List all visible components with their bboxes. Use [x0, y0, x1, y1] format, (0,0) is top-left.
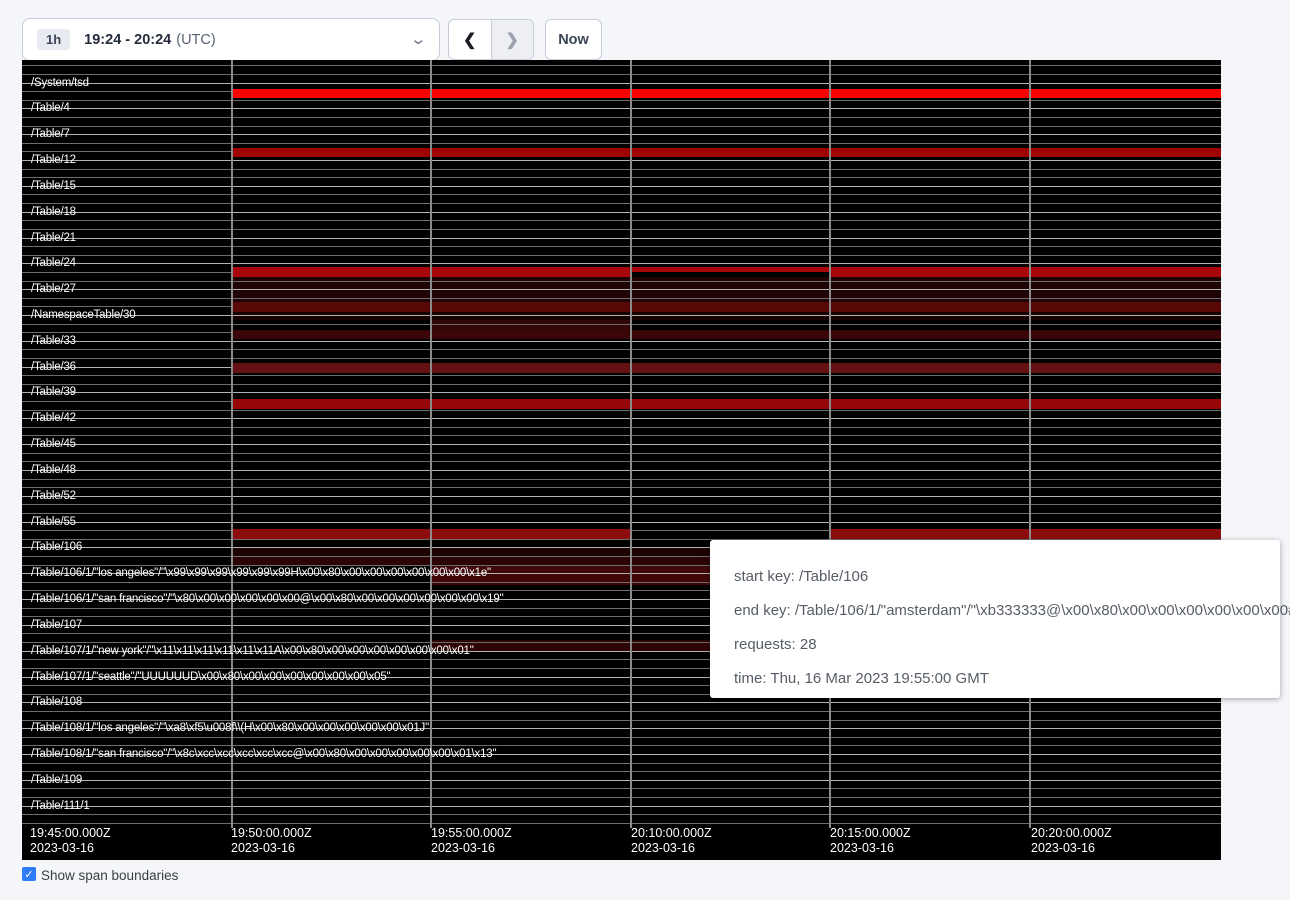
heatmap-canvas[interactable]: [22, 60, 1221, 860]
chevron-left-icon: ❮: [463, 30, 476, 50]
tooltip-line: end key: /Table/106/1/"amsterdam"/"\xb33…: [734, 594, 1280, 628]
chevron-right-icon: ❯: [506, 30, 519, 50]
next-interval-button[interactable]: ❯: [491, 20, 534, 59]
time-zone-suffix: (UTC): [176, 32, 215, 48]
time-range-label: 19:24 - 20:24: [84, 32, 171, 48]
chevron-down-icon: ⌄: [410, 35, 428, 45]
tooltip-line: start key: /Table/106: [734, 560, 1280, 594]
prev-interval-button[interactable]: ❮: [449, 20, 491, 59]
tooltip-line: requests: 28: [734, 628, 1280, 662]
show-span-boundaries-label[interactable]: Show span boundaries: [41, 868, 178, 883]
tooltip-line: time: Thu, 16 Mar 2023 19:55:00 GMT: [734, 662, 1280, 696]
time-nav-group: ❮ ❯: [448, 19, 534, 60]
now-button[interactable]: Now: [545, 19, 602, 60]
checkmark-icon: ✓: [24, 868, 33, 881]
time-range-dropdown[interactable]: 1h 19:24 - 20:24 (UTC) ⌄: [22, 18, 440, 61]
key-visualizer-page: 1h 19:24 - 20:24 (UTC) ⌄ ❮ ❯ Now /System…: [0, 0, 1290, 900]
span-tooltip: start key: /Table/106end key: /Table/106…: [710, 540, 1280, 698]
show-span-boundaries-checkbox[interactable]: ✓: [22, 867, 36, 881]
duration-badge: 1h: [37, 29, 70, 50]
